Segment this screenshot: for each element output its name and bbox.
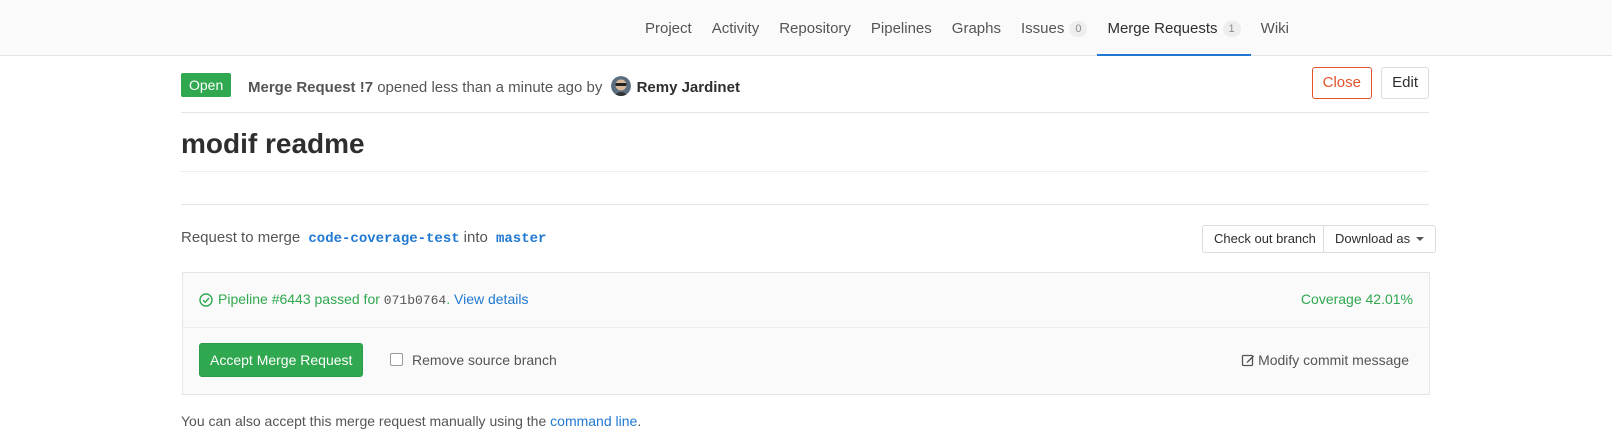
- modify-commit-message-button[interactable]: Modify commit message: [1241, 352, 1409, 370]
- download-as-label: Download as: [1335, 231, 1411, 246]
- tab-issues[interactable]: Issues 0: [1011, 0, 1097, 55]
- command-line-link[interactable]: command line: [550, 413, 637, 429]
- tab-wiki[interactable]: Wiki: [1251, 0, 1299, 55]
- check-circle-icon: [199, 293, 213, 310]
- merge-requests-count-badge: 1: [1222, 21, 1241, 37]
- edit-button[interactable]: Edit: [1381, 67, 1429, 99]
- tab-graphs[interactable]: Graphs: [942, 0, 1011, 55]
- remove-source-branch-option[interactable]: Remove source branch: [390, 352, 557, 368]
- tab-merge-requests-label: Merge Requests: [1107, 20, 1218, 37]
- nav-tabs: Project Activity Repository Pipelines Gr…: [635, 0, 1299, 56]
- project-nav: Project Activity Repository Pipelines Gr…: [0, 0, 1612, 56]
- close-button[interactable]: Close: [1311, 67, 1372, 99]
- commit-sha[interactable]: 071b0764: [384, 293, 446, 308]
- modify-commit-message-label: Modify commit message: [1258, 352, 1409, 368]
- tab-merge-requests[interactable]: Merge Requests 1: [1097, 0, 1251, 56]
- pipeline-dot: .: [446, 291, 451, 307]
- mr-reference: Merge Request !7: [248, 79, 374, 96]
- pipeline-row: Pipeline #6443 passed for 071b0764. View…: [183, 273, 1429, 328]
- mr-status-row: Open Merge Request !7 opened less than a…: [181, 67, 1429, 113]
- issues-count-badge: 0: [1069, 21, 1088, 37]
- manual-merge-hint: You can also accept this merge request m…: [181, 413, 641, 429]
- source-branch[interactable]: code-coverage-test: [308, 231, 459, 247]
- tab-activity-label: Activity: [711, 20, 760, 37]
- divider: [181, 204, 1429, 205]
- page-title: modif readme: [181, 128, 365, 159]
- manual-merge-text: You can also accept this merge request m…: [181, 413, 547, 429]
- tab-issues-label: Issues: [1020, 20, 1065, 37]
- pipeline-status: Pipeline #6443 passed for 071b0764. View…: [199, 291, 528, 310]
- tab-pipelines-label: Pipelines: [870, 20, 932, 37]
- mr-meta: Merge Request !7 opened less than a minu…: [248, 76, 740, 96]
- remove-source-branch-checkbox[interactable]: [390, 353, 403, 366]
- pipeline-text: Pipeline #6443 passed for: [218, 291, 380, 307]
- merge-widget: Pipeline #6443 passed for 071b0764. View…: [182, 272, 1430, 395]
- manual-merge-end: .: [637, 413, 642, 429]
- tab-wiki-label: Wiki: [1260, 20, 1289, 37]
- check-out-branch-button[interactable]: Check out branch: [1202, 225, 1328, 253]
- download-as-dropdown[interactable]: Download as: [1323, 225, 1437, 253]
- tab-repository-label: Repository: [779, 20, 851, 37]
- accept-merge-request-button[interactable]: Accept Merge Request: [199, 343, 364, 377]
- coverage-value: Coverage 42.01%: [1300, 291, 1413, 307]
- status-badge: Open: [181, 73, 232, 97]
- avatar[interactable]: [610, 76, 631, 96]
- tab-project-label: Project: [645, 20, 692, 37]
- tab-repository[interactable]: Repository: [769, 0, 861, 55]
- tab-pipelines[interactable]: Pipelines: [861, 0, 942, 55]
- opened-text: opened less than a minute ago by: [377, 79, 603, 96]
- view-details-link[interactable]: View details: [454, 291, 528, 307]
- tab-graphs-label: Graphs: [951, 20, 1001, 37]
- merge-prefix: Request to merge: [181, 229, 301, 246]
- caret-down-icon: [1416, 237, 1425, 241]
- divider: [181, 171, 1429, 172]
- merge-into: into: [463, 229, 488, 246]
- target-branch[interactable]: master: [496, 231, 546, 247]
- remove-source-branch-label: Remove source branch: [412, 352, 557, 368]
- tab-project[interactable]: Project: [635, 0, 702, 55]
- merge-branches-info: Request to merge code-coverage-test into …: [181, 229, 550, 247]
- edit-icon: [1241, 353, 1255, 370]
- author-name[interactable]: Remy Jardinet: [637, 79, 740, 96]
- tab-activity[interactable]: Activity: [702, 0, 770, 55]
